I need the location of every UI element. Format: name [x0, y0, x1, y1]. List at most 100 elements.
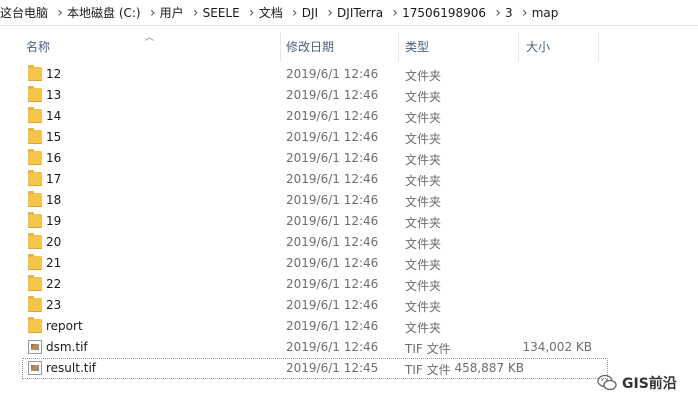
- file-type: 文件夹: [405, 258, 442, 272]
- column-type-header[interactable]: 类型: [405, 38, 429, 55]
- column-name-header[interactable]: 名称: [26, 38, 50, 55]
- watermark-text: GIS前沿: [622, 376, 677, 392]
- file-type: 文件夹: [405, 300, 442, 314]
- chevron-right-icon[interactable]: ›: [323, 0, 337, 25]
- file-row[interactable]: 13 2019/6/1 12:46 文件夹: [0, 85, 698, 106]
- file-row[interactable]: 18 2019/6/1 12:46 文件夹: [0, 190, 698, 211]
- wechat-icon: [597, 374, 617, 392]
- file-row[interactable]: 14 2019/6/1 12:46 文件夹: [0, 106, 698, 127]
- file-date: 2019/6/1 12:46: [286, 88, 379, 102]
- file-row[interactable]: 19 2019/6/1 12:46 文件夹: [0, 211, 698, 232]
- file-type: TIF 文件: [405, 363, 451, 377]
- column-divider[interactable]: [598, 32, 599, 62]
- breadcrumb-label: DJITerra: [337, 5, 384, 20]
- file-type: 文件夹: [405, 132, 442, 146]
- breadcrumb-item[interactable]: map: [531, 0, 564, 25]
- column-size-header[interactable]: 大小: [526, 38, 550, 55]
- file-date: 2019/6/1 12:46: [286, 298, 379, 312]
- sort-ascending-icon: ︿: [145, 33, 155, 43]
- file-type: 文件夹: [405, 321, 442, 335]
- folder-icon: [28, 128, 42, 144]
- file-row[interactable]: 22 2019/6/1 12:46 文件夹: [0, 274, 698, 295]
- file-type: 文件夹: [405, 195, 442, 209]
- file-date: 2019/6/1 12:46: [286, 340, 379, 354]
- file-type: TIF 文件: [405, 342, 451, 356]
- file-row[interactable]: 16 2019/6/1 12:46 文件夹: [0, 148, 698, 169]
- file-name: 16: [46, 151, 62, 165]
- chevron-right-icon[interactable]: ›: [288, 0, 302, 25]
- chevron-right-icon[interactable]: ›: [146, 0, 160, 25]
- chevron-right-icon[interactable]: ›: [388, 0, 402, 25]
- file-name: result.tif: [46, 361, 97, 375]
- breadcrumb-item[interactable]: 本地磁盘 (C:): [67, 0, 146, 25]
- breadcrumb-item[interactable]: 这台电脑: [0, 0, 53, 25]
- file-type: 文件夹: [405, 174, 442, 188]
- breadcrumb-item[interactable]: 3: [505, 0, 518, 25]
- file-date: 2019/6/1 12:46: [286, 67, 379, 81]
- file-date: 2019/6/1 12:46: [286, 277, 379, 291]
- watermark: GIS前沿: [597, 372, 677, 394]
- file-row[interactable]: 20 2019/6/1 12:46 文件夹: [0, 232, 698, 253]
- file-row[interactable]: report 2019/6/1 12:46 文件夹: [0, 316, 698, 337]
- file-date: 2019/6/1 12:46: [286, 109, 379, 123]
- breadcrumb-item[interactable]: 用户: [159, 0, 189, 25]
- file-type: 文件夹: [405, 237, 442, 251]
- folder-icon: [28, 191, 42, 207]
- file-row[interactable]: 21 2019/6/1 12:46 文件夹: [0, 253, 698, 274]
- folder-icon: [28, 296, 42, 312]
- breadcrumb-label: map: [531, 5, 559, 20]
- breadcrumb-label: 这台电脑: [0, 6, 49, 20]
- chevron-right-icon[interactable]: ›: [518, 0, 532, 25]
- file-name: report: [46, 319, 83, 333]
- breadcrumb-label: 3: [505, 5, 513, 20]
- file-row[interactable]: 12 2019/6/1 12:46 文件夹: [0, 64, 698, 85]
- file-date: 2019/6/1 12:46: [286, 256, 379, 270]
- file-name: 21: [46, 256, 62, 270]
- folder-icon: [28, 149, 42, 165]
- file-type: 文件夹: [405, 279, 442, 293]
- file-name: 15: [46, 130, 62, 144]
- file-type: 文件夹: [405, 90, 442, 104]
- chevron-right-icon[interactable]: ›: [189, 0, 203, 25]
- breadcrumb-label: DJI: [301, 5, 319, 20]
- breadcrumb-item[interactable]: 17506198906: [402, 0, 491, 25]
- file-row[interactable]: 23 2019/6/1 12:46 文件夹: [0, 295, 698, 316]
- file-name: 19: [46, 214, 62, 228]
- column-divider[interactable]: [280, 32, 281, 62]
- tif-file-icon: [28, 361, 42, 375]
- file-type: 文件夹: [405, 153, 442, 167]
- chevron-right-icon[interactable]: ›: [245, 0, 259, 25]
- file-date: 2019/6/1 12:46: [286, 235, 379, 249]
- file-size: 458,887 KB: [454, 361, 524, 375]
- column-date-header[interactable]: 修改日期: [286, 38, 334, 55]
- file-date: 2019/6/1 12:46: [286, 319, 379, 333]
- file-name: 17: [46, 172, 62, 186]
- file-date: 2019/6/1 12:46: [286, 151, 379, 165]
- file-date: 2019/6/1 12:46: [286, 193, 379, 207]
- column-divider[interactable]: [518, 32, 519, 62]
- breadcrumb-label: 用户: [159, 6, 184, 20]
- file-row[interactable]: result.tif 2019/6/1 12:45 TIF 文件 458,887 KB: [22, 358, 608, 379]
- folder-icon: [28, 254, 42, 270]
- file-row[interactable]: dsm.tif 2019/6/1 12:46 TIF 文件 134,002 KB: [0, 337, 698, 358]
- file-row[interactable]: 17 2019/6/1 12:46 文件夹: [0, 169, 698, 190]
- tif-file-icon: [28, 340, 42, 354]
- chevron-right-icon[interactable]: ›: [53, 0, 67, 25]
- file-name: dsm.tif: [46, 340, 88, 354]
- file-list: 12 2019/6/1 12:46 文件夹 13 2019/6/1 12:46 文件夹 14…: [0, 64, 698, 379]
- file-date: 2019/6/1 12:46: [286, 214, 379, 228]
- folder-icon: [28, 212, 42, 228]
- breadcrumb-item[interactable]: DJITerra: [337, 0, 388, 25]
- file-name: 23: [46, 298, 62, 312]
- column-divider[interactable]: [398, 32, 399, 62]
- breadcrumb-label: 本地磁盘 (C:): [67, 6, 141, 20]
- breadcrumb-item[interactable]: DJI: [301, 0, 323, 25]
- breadcrumb-item[interactable]: SEELE: [203, 0, 245, 25]
- folder-icon: [28, 107, 42, 123]
- breadcrumb-label: 17506198906: [402, 5, 487, 20]
- breadcrumb-item[interactable]: 文档: [259, 0, 288, 25]
- chevron-right-icon[interactable]: ›: [491, 0, 505, 25]
- file-row[interactable]: 15 2019/6/1 12:46 文件夹: [0, 127, 698, 148]
- file-name: 20: [46, 235, 62, 249]
- file-explorer-window: 这台电脑 › 本地磁盘 (C:) › 用户 › SEELE › 文档 › DJI › DJITerra ›…: [0, 0, 698, 414]
